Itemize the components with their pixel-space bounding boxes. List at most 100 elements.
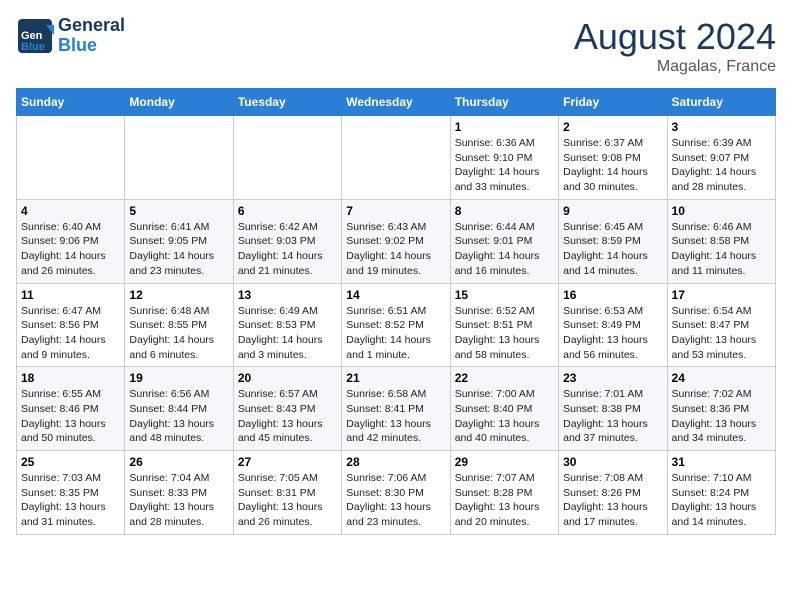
day-info: Sunrise: 6:41 AM Sunset: 9:05 PM Dayligh… <box>129 220 228 279</box>
day-number: 13 <box>238 288 337 302</box>
calendar-cell: 20Sunrise: 6:57 AM Sunset: 8:43 PM Dayli… <box>233 367 341 451</box>
day-info: Sunrise: 6:56 AM Sunset: 8:44 PM Dayligh… <box>129 387 228 446</box>
day-info: Sunrise: 6:49 AM Sunset: 8:53 PM Dayligh… <box>238 304 337 363</box>
calendar-cell: 3 Sunrise: 6:39 AM Sunset: 9:07 PM Daylig… <box>667 116 775 200</box>
day-info: Sunrise: 6:44 AM Sunset: 9:01 PM Dayligh… <box>455 220 554 279</box>
calendar-cell: 16 Sunrise: 6:53 AM Sunset: 8:49 PM Dayli… <box>559 283 667 367</box>
weekday-header-sunday: Sunday <box>17 89 125 116</box>
day-info: Sunrise: 6:46 AM Sunset: 8:58 PM Dayligh… <box>672 220 771 279</box>
calendar-cell: 8 Sunrise: 6:44 AM Sunset: 9:01 PM Daylig… <box>450 199 558 283</box>
day-info: Sunrise: 7:00 AM Sunset: 8:40 PM Dayligh… <box>455 387 554 446</box>
day-info: Sunrise: 6:53 AM Sunset: 8:49 PM Dayligh… <box>563 304 662 363</box>
day-number: 29 <box>455 455 554 469</box>
day-number: 25 <box>21 455 120 469</box>
calendar-cell: 6Sunrise: 6:42 AM Sunset: 9:03 PM Daylig… <box>233 199 341 283</box>
calendar-location: Magalas, France <box>574 58 776 76</box>
calendar-cell: 27 Sunrise: 7:05 AM Sunset: 8:31 PM Dayli… <box>233 451 341 535</box>
day-number: 27 <box>238 455 337 469</box>
calendar-cell: 15Sunrise: 6:52 AM Sunset: 8:51 PM Dayli… <box>450 283 558 367</box>
day-number: 22 <box>455 371 554 385</box>
logo-icon: Gen Blue <box>16 17 54 55</box>
day-number: 1 <box>455 120 554 134</box>
day-info: Sunrise: 6:54 AM Sunset: 8:47 PM Dayligh… <box>672 304 771 363</box>
calendar-cell: 10 Sunrise: 6:46 AM Sunset: 8:58 PM Dayli… <box>667 199 775 283</box>
calendar-week-row: 18 Sunrise: 6:55 AM Sunset: 8:46 PM Dayli… <box>17 367 776 451</box>
day-number: 19 <box>129 371 228 385</box>
calendar-cell: 19 Sunrise: 6:56 AM Sunset: 8:44 PM Dayli… <box>125 367 233 451</box>
day-number: 21 <box>346 371 445 385</box>
calendar-cell: 17 Sunrise: 6:54 AM Sunset: 8:47 PM Dayli… <box>667 283 775 367</box>
calendar-cell: 26 Sunrise: 7:04 AM Sunset: 8:33 PM Dayli… <box>125 451 233 535</box>
calendar-cell: 4 Sunrise: 6:40 AM Sunset: 9:06 PM Daylig… <box>17 199 125 283</box>
calendar-cell: 18 Sunrise: 6:55 AM Sunset: 8:46 PM Dayli… <box>17 367 125 451</box>
calendar-cell: 24Sunrise: 7:02 AM Sunset: 8:36 PM Dayli… <box>667 367 775 451</box>
calendar-table: SundayMondayTuesdayWednesdayThursdayFrid… <box>16 88 776 535</box>
calendar-cell <box>233 116 341 200</box>
day-number: 9 <box>563 204 662 218</box>
day-number: 20 <box>238 371 337 385</box>
logo-general: General <box>58 16 125 36</box>
day-info: Sunrise: 7:02 AM Sunset: 8:36 PM Dayligh… <box>672 387 771 446</box>
day-number: 12 <box>129 288 228 302</box>
calendar-cell: 31 Sunrise: 7:10 AM Sunset: 8:24 PM Dayli… <box>667 451 775 535</box>
day-number: 16 <box>563 288 662 302</box>
day-number: 11 <box>21 288 120 302</box>
day-info: Sunrise: 7:04 AM Sunset: 8:33 PM Dayligh… <box>129 471 228 530</box>
day-number: 31 <box>672 455 771 469</box>
day-info: Sunrise: 6:45 AM Sunset: 8:59 PM Dayligh… <box>563 220 662 279</box>
day-info: Sunrise: 7:10 AM Sunset: 8:24 PM Dayligh… <box>672 471 771 530</box>
calendar-cell: 30 Sunrise: 7:08 AM Sunset: 8:26 PM Dayli… <box>559 451 667 535</box>
calendar-cell: 23 Sunrise: 7:01 AM Sunset: 8:38 PM Dayli… <box>559 367 667 451</box>
calendar-cell <box>342 116 450 200</box>
day-info: Sunrise: 7:03 AM Sunset: 8:35 PM Dayligh… <box>21 471 120 530</box>
weekday-header-monday: Monday <box>125 89 233 116</box>
calendar-week-row: 1 Sunrise: 6:36 AM Sunset: 9:10 PM Daylig… <box>17 116 776 200</box>
day-info: Sunrise: 6:36 AM Sunset: 9:10 PM Dayligh… <box>455 136 554 195</box>
page-header: Gen Blue General Blue August 2024 Magala… <box>16 16 776 76</box>
day-number: 10 <box>672 204 771 218</box>
calendar-cell: 14Sunrise: 6:51 AM Sunset: 8:52 PM Dayli… <box>342 283 450 367</box>
calendar-cell: 7 Sunrise: 6:43 AM Sunset: 9:02 PM Daylig… <box>342 199 450 283</box>
day-number: 17 <box>672 288 771 302</box>
day-info: Sunrise: 7:08 AM Sunset: 8:26 PM Dayligh… <box>563 471 662 530</box>
calendar-cell: 5 Sunrise: 6:41 AM Sunset: 9:05 PM Daylig… <box>125 199 233 283</box>
title-block: August 2024 Magalas, France <box>574 16 776 76</box>
day-info: Sunrise: 6:39 AM Sunset: 9:07 PM Dayligh… <box>672 136 771 195</box>
weekday-header-wednesday: Wednesday <box>342 89 450 116</box>
day-info: Sunrise: 7:07 AM Sunset: 8:28 PM Dayligh… <box>455 471 554 530</box>
day-number: 23 <box>563 371 662 385</box>
day-number: 4 <box>21 204 120 218</box>
day-info: Sunrise: 6:43 AM Sunset: 9:02 PM Dayligh… <box>346 220 445 279</box>
day-number: 28 <box>346 455 445 469</box>
day-number: 18 <box>21 371 120 385</box>
calendar-cell: 28 Sunrise: 7:06 AM Sunset: 8:30 PM Dayli… <box>342 451 450 535</box>
day-info: Sunrise: 6:58 AM Sunset: 8:41 PM Dayligh… <box>346 387 445 446</box>
day-number: 30 <box>563 455 662 469</box>
logo: Gen Blue General Blue <box>16 16 125 56</box>
weekday-header-row: SundayMondayTuesdayWednesdayThursdayFrid… <box>17 89 776 116</box>
svg-text:Blue: Blue <box>21 41 45 53</box>
calendar-cell <box>17 116 125 200</box>
calendar-cell: 2Sunrise: 6:37 AM Sunset: 9:08 PM Daylig… <box>559 116 667 200</box>
day-number: 6 <box>238 204 337 218</box>
day-info: Sunrise: 7:06 AM Sunset: 8:30 PM Dayligh… <box>346 471 445 530</box>
calendar-cell: 1 Sunrise: 6:36 AM Sunset: 9:10 PM Daylig… <box>450 116 558 200</box>
calendar-cell: 21 Sunrise: 6:58 AM Sunset: 8:41 PM Dayli… <box>342 367 450 451</box>
day-number: 7 <box>346 204 445 218</box>
weekday-header-saturday: Saturday <box>667 89 775 116</box>
day-info: Sunrise: 6:48 AM Sunset: 8:55 PM Dayligh… <box>129 304 228 363</box>
day-info: Sunrise: 6:47 AM Sunset: 8:56 PM Dayligh… <box>21 304 120 363</box>
day-info: Sunrise: 6:40 AM Sunset: 9:06 PM Dayligh… <box>21 220 120 279</box>
day-number: 3 <box>672 120 771 134</box>
day-info: Sunrise: 6:55 AM Sunset: 8:46 PM Dayligh… <box>21 387 120 446</box>
day-number: 8 <box>455 204 554 218</box>
weekday-header-tuesday: Tuesday <box>233 89 341 116</box>
day-info: Sunrise: 7:05 AM Sunset: 8:31 PM Dayligh… <box>238 471 337 530</box>
day-number: 5 <box>129 204 228 218</box>
calendar-cell: 29 Sunrise: 7:07 AM Sunset: 8:28 PM Dayli… <box>450 451 558 535</box>
calendar-cell: 9 Sunrise: 6:45 AM Sunset: 8:59 PM Daylig… <box>559 199 667 283</box>
calendar-cell: 13 Sunrise: 6:49 AM Sunset: 8:53 PM Dayli… <box>233 283 341 367</box>
day-number: 26 <box>129 455 228 469</box>
calendar-cell <box>125 116 233 200</box>
day-info: Sunrise: 7:01 AM Sunset: 8:38 PM Dayligh… <box>563 387 662 446</box>
